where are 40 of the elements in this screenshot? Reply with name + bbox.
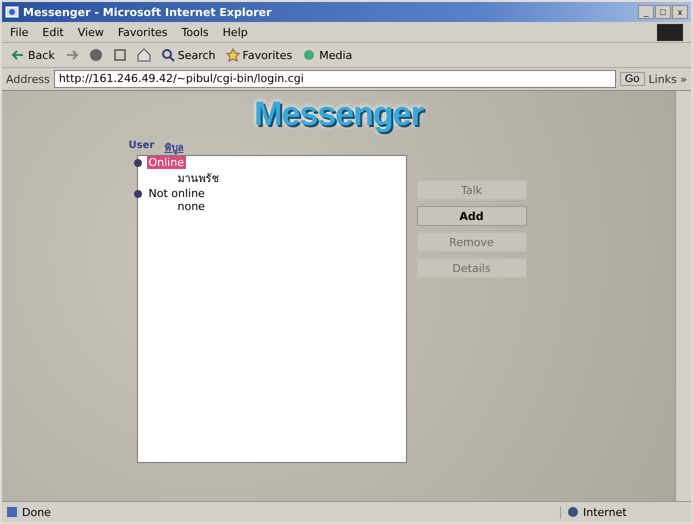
group-item[interactable]: Online [146,156,186,169]
user-name: พิบูล [164,142,184,155]
toolbar-button[interactable]: Back [8,47,58,63]
search-icon [160,48,175,62]
window-title: Messenger - Microsoft Internet Explorer [23,6,273,18]
page-icon [6,506,18,518]
menu-item[interactable]: View [78,26,104,38]
media-icon [302,48,316,62]
links-button[interactable]: Links » [648,72,687,86]
go-button[interactable]: Go [620,72,645,86]
menu-item[interactable]: Tools [182,26,209,38]
toolbar-button[interactable]: Media [299,47,356,63]
group-item[interactable]: Not online [146,187,207,200]
browser-icon [5,5,19,19]
status-text: Done [6,506,560,518]
menu-item[interactable]: File [10,26,28,38]
logo-text: Messenger [254,95,423,134]
star-icon [226,48,240,62]
menu-item[interactable]: Edit [42,26,64,38]
contact-item[interactable]: none [138,200,406,213]
toolbar-button[interactable]: Favorites [222,47,296,63]
arrow-icon [11,48,25,62]
globe-icon [567,506,579,518]
home-icon [136,48,151,62]
window-control-button[interactable]: _ [638,5,654,19]
arrow-icon [64,48,79,62]
zone-text: Internet [560,506,687,518]
menu-item[interactable]: Help [222,26,248,38]
action-button[interactable]: Add [416,206,526,226]
scrollbar[interactable] [675,91,691,501]
contact-item[interactable]: มานพรัช [138,169,406,187]
address-label: Address [6,72,50,86]
bullet-icon [134,158,142,166]
window-control-button[interactable]: □ [655,5,671,19]
window-control-button[interactable]: x [672,5,688,19]
address-field[interactable]: http://161.246.49.42/~pibul/cgi-bin/login.cgi [54,70,616,88]
toolbar-button[interactable]: Search [158,47,219,63]
bullet-icon [134,190,142,198]
menu-item[interactable]: Favorites [118,26,168,38]
user-label: User [128,140,154,153]
